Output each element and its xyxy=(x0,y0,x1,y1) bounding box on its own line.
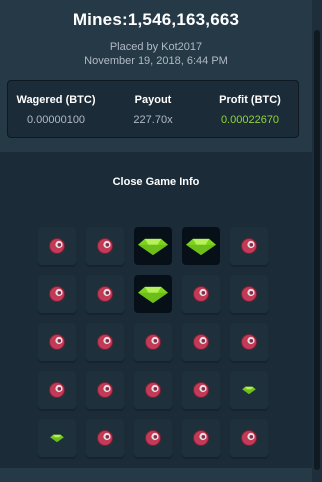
scrollbar-thumb[interactable] xyxy=(314,30,320,470)
mine-icon xyxy=(145,430,161,446)
profit-stat: Profit (BTC) 0.00022670 xyxy=(202,81,298,126)
mine-icon xyxy=(241,334,257,350)
mine-tile xyxy=(230,275,268,313)
gem-tile xyxy=(230,371,268,409)
mine-icon xyxy=(145,334,161,350)
profit-value: 0.00022670 xyxy=(220,114,280,126)
gem-tile-revealed xyxy=(182,227,220,265)
mine-icon xyxy=(145,382,161,398)
mine-tile xyxy=(230,227,268,265)
game-title: Mines:1,546,163,663 xyxy=(72,10,240,29)
gem-tile xyxy=(38,419,76,457)
mine-icon xyxy=(49,238,65,254)
mine-tile xyxy=(134,371,172,409)
wagered-value: 0.00000100 xyxy=(26,114,86,126)
mine-tile xyxy=(86,323,124,361)
mine-tile xyxy=(134,323,172,361)
mine-tile xyxy=(86,371,124,409)
profit-label: Profit (BTC) xyxy=(219,94,281,106)
gem-tile-revealed xyxy=(134,275,172,313)
gem-icon xyxy=(186,238,216,256)
mine-tile xyxy=(182,419,220,457)
mine-icon xyxy=(193,430,209,446)
mine-icon xyxy=(241,430,257,446)
close-game-info-button[interactable]: Close Game Info xyxy=(0,176,312,188)
mine-tile xyxy=(38,275,76,313)
mine-icon xyxy=(97,286,113,302)
mine-icon xyxy=(97,382,113,398)
mine-icon xyxy=(241,286,257,302)
mine-icon xyxy=(97,334,113,350)
mine-tile xyxy=(182,371,220,409)
mine-icon xyxy=(49,286,65,302)
panel-footer xyxy=(0,468,312,482)
mine-tile xyxy=(86,419,124,457)
mine-tile xyxy=(38,227,76,265)
game-info-panel: Mines:1,546,163,663 Placed by Kot2017 No… xyxy=(0,0,322,482)
mine-icon xyxy=(193,382,209,398)
mine-icon xyxy=(193,286,209,302)
gem-icon xyxy=(138,238,168,256)
payout-stat: Payout 227.70x xyxy=(105,81,201,126)
mine-icon xyxy=(49,334,65,350)
mine-tile xyxy=(86,275,124,313)
mines-board xyxy=(38,227,268,457)
mine-tile xyxy=(38,371,76,409)
placed-by: Placed by Kot2017 xyxy=(109,41,203,53)
wagered-label: Wagered (BTC) xyxy=(16,94,96,106)
mine-tile xyxy=(86,227,124,265)
mine-tile xyxy=(38,323,76,361)
mine-icon xyxy=(49,382,65,398)
bet-stats: Wagered (BTC) 0.00000100 Payout 227.70x … xyxy=(7,80,299,138)
game-info-header: Mines:1,546,163,663 Placed by Kot2017 No… xyxy=(0,0,312,152)
gem-icon xyxy=(242,386,256,395)
mine-tile xyxy=(230,323,268,361)
mine-tile xyxy=(134,419,172,457)
payout-value: 227.70x xyxy=(133,114,173,126)
wagered-stat: Wagered (BTC) 0.00000100 xyxy=(8,81,104,126)
gem-icon xyxy=(138,286,168,304)
mine-tile xyxy=(182,275,220,313)
game-date: November 19, 2018, 6:44 PM xyxy=(84,55,228,67)
gem-tile-revealed xyxy=(134,227,172,265)
mine-tile xyxy=(182,323,220,361)
mine-icon xyxy=(241,238,257,254)
mine-tile xyxy=(230,419,268,457)
scrollbar[interactable] xyxy=(312,0,322,482)
mine-icon xyxy=(97,238,113,254)
payout-label: Payout xyxy=(134,94,172,106)
mine-icon xyxy=(97,430,113,446)
gem-icon xyxy=(50,434,64,443)
mine-icon xyxy=(193,334,209,350)
